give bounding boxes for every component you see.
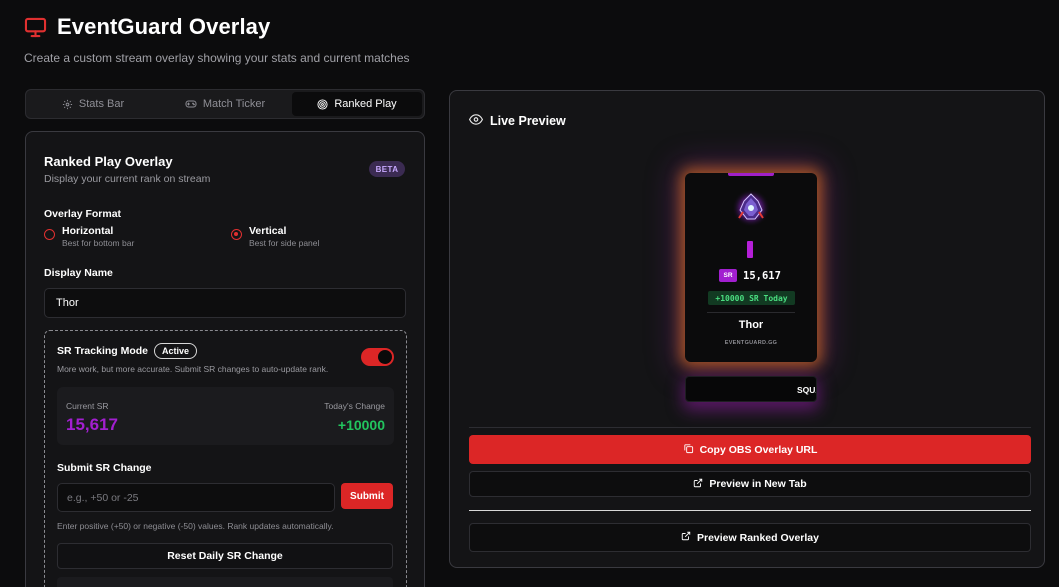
sr-tracking-section: SR Tracking Mode Active More work, but m… bbox=[44, 330, 407, 587]
format-hint: Best for bottom bar bbox=[62, 238, 135, 248]
display-name-input[interactable] bbox=[44, 288, 406, 318]
sr-stats-card: Current SR 15,617 Today's Change +10000 bbox=[57, 387, 394, 445]
preview-player-name: Thor bbox=[738, 319, 764, 331]
overlay-type-tabs: Stats Bar Match Ticker Ranked Play bbox=[25, 89, 425, 119]
preview-ranked-overlay-button[interactable]: Preview Ranked Overlay bbox=[469, 523, 1031, 552]
monitor-icon bbox=[24, 17, 47, 38]
format-label: Horizontal bbox=[62, 225, 114, 237]
radio-vertical[interactable] bbox=[231, 229, 242, 240]
page-title: EventGuard Overlay bbox=[57, 14, 271, 39]
sr-input-hint: Enter positive (+50) or negative (-50) v… bbox=[57, 521, 334, 531]
format-label: Vertical bbox=[249, 225, 287, 237]
current-sr-label: Current SR bbox=[66, 401, 109, 411]
divider bbox=[469, 427, 1031, 428]
beta-badge: BETA bbox=[369, 161, 405, 177]
panel-title: Ranked Play Overlay bbox=[44, 154, 173, 169]
squad-label: SQUAD: bbox=[797, 385, 816, 395]
rank-emblem-icon bbox=[731, 188, 771, 233]
sr-change-input[interactable] bbox=[57, 483, 335, 512]
live-preview-panel: Live Preview SR 15,617 +10000 SR Today T… bbox=[449, 90, 1045, 568]
today-sr-change: +10000 SR Today bbox=[708, 291, 795, 305]
next-control bbox=[57, 577, 393, 587]
tab-label: Match Ticker bbox=[202, 98, 266, 110]
format-vertical-option[interactable]: Vertical Best for side panel bbox=[231, 225, 319, 248]
page-header: EventGuard Overlay Create a custom strea… bbox=[24, 14, 410, 65]
tab-label: Stats Bar bbox=[78, 98, 125, 110]
preview-sr-value: 15,617 bbox=[743, 269, 781, 282]
button-label: Preview Ranked Overlay bbox=[697, 531, 819, 544]
gamepad-icon bbox=[185, 99, 197, 109]
eye-icon bbox=[468, 112, 484, 130]
card-accent-bar bbox=[728, 173, 774, 176]
format-horizontal-option[interactable]: Horizontal Best for bottom bar bbox=[44, 225, 134, 248]
submit-button[interactable]: Submit bbox=[341, 483, 393, 509]
page-subtitle: Create a custom stream overlay showing y… bbox=[24, 51, 410, 65]
gear-icon bbox=[62, 99, 73, 110]
rank-preview-card: SR 15,617 +10000 SR Today Thor EVENTGUAR… bbox=[685, 173, 817, 362]
display-name-label: Display Name bbox=[44, 267, 113, 279]
rank-tier-numeral bbox=[747, 241, 753, 258]
preview-new-tab-button[interactable]: Preview in New Tab bbox=[469, 471, 1031, 497]
format-hint: Best for side panel bbox=[249, 238, 320, 248]
panel-subtitle: Display your current rank on stream bbox=[44, 173, 211, 185]
external-link-icon bbox=[693, 478, 703, 491]
button-label: Copy OBS Overlay URL bbox=[699, 443, 818, 456]
squad-ticker-preview: SQUAD: bbox=[685, 376, 817, 402]
sr-tracking-desc: More work, but more accurate. Submit SR … bbox=[57, 364, 329, 374]
todays-change-value: +10000 bbox=[337, 417, 385, 433]
divider bbox=[469, 510, 1031, 511]
target-icon bbox=[317, 98, 328, 110]
current-sr-value: 15,617 bbox=[66, 415, 118, 434]
todays-change-label: Today's Change bbox=[324, 401, 385, 411]
preview-title: Live Preview bbox=[490, 114, 566, 128]
sr-tracking-title: SR Tracking Mode bbox=[57, 345, 149, 357]
external-link-icon bbox=[681, 531, 691, 544]
tab-match-ticker[interactable]: Match Ticker bbox=[160, 92, 290, 116]
button-label: Preview in New Tab bbox=[709, 478, 807, 490]
sr-badge: SR bbox=[719, 269, 737, 282]
copy-obs-url-button[interactable]: Copy OBS Overlay URL bbox=[469, 435, 1031, 464]
tab-label: Ranked Play bbox=[334, 98, 397, 110]
tab-ranked-play[interactable]: Ranked Play bbox=[292, 92, 422, 116]
radio-horizontal[interactable] bbox=[44, 229, 55, 240]
overlay-format-label: Overlay Format bbox=[44, 208, 122, 220]
preview-site-label: EVENTGUARD.GG bbox=[724, 340, 778, 346]
ranked-settings-panel: Ranked Play Overlay Display your current… bbox=[25, 131, 425, 587]
copy-icon bbox=[683, 443, 694, 457]
tab-stats-bar[interactable]: Stats Bar bbox=[28, 92, 158, 116]
card-divider bbox=[707, 312, 795, 313]
sr-tracking-toggle[interactable] bbox=[361, 348, 394, 366]
status-badge: Active bbox=[154, 343, 198, 359]
reset-daily-sr-button[interactable]: Reset Daily SR Change bbox=[57, 543, 393, 569]
submit-sr-label: Submit SR Change bbox=[57, 462, 152, 474]
